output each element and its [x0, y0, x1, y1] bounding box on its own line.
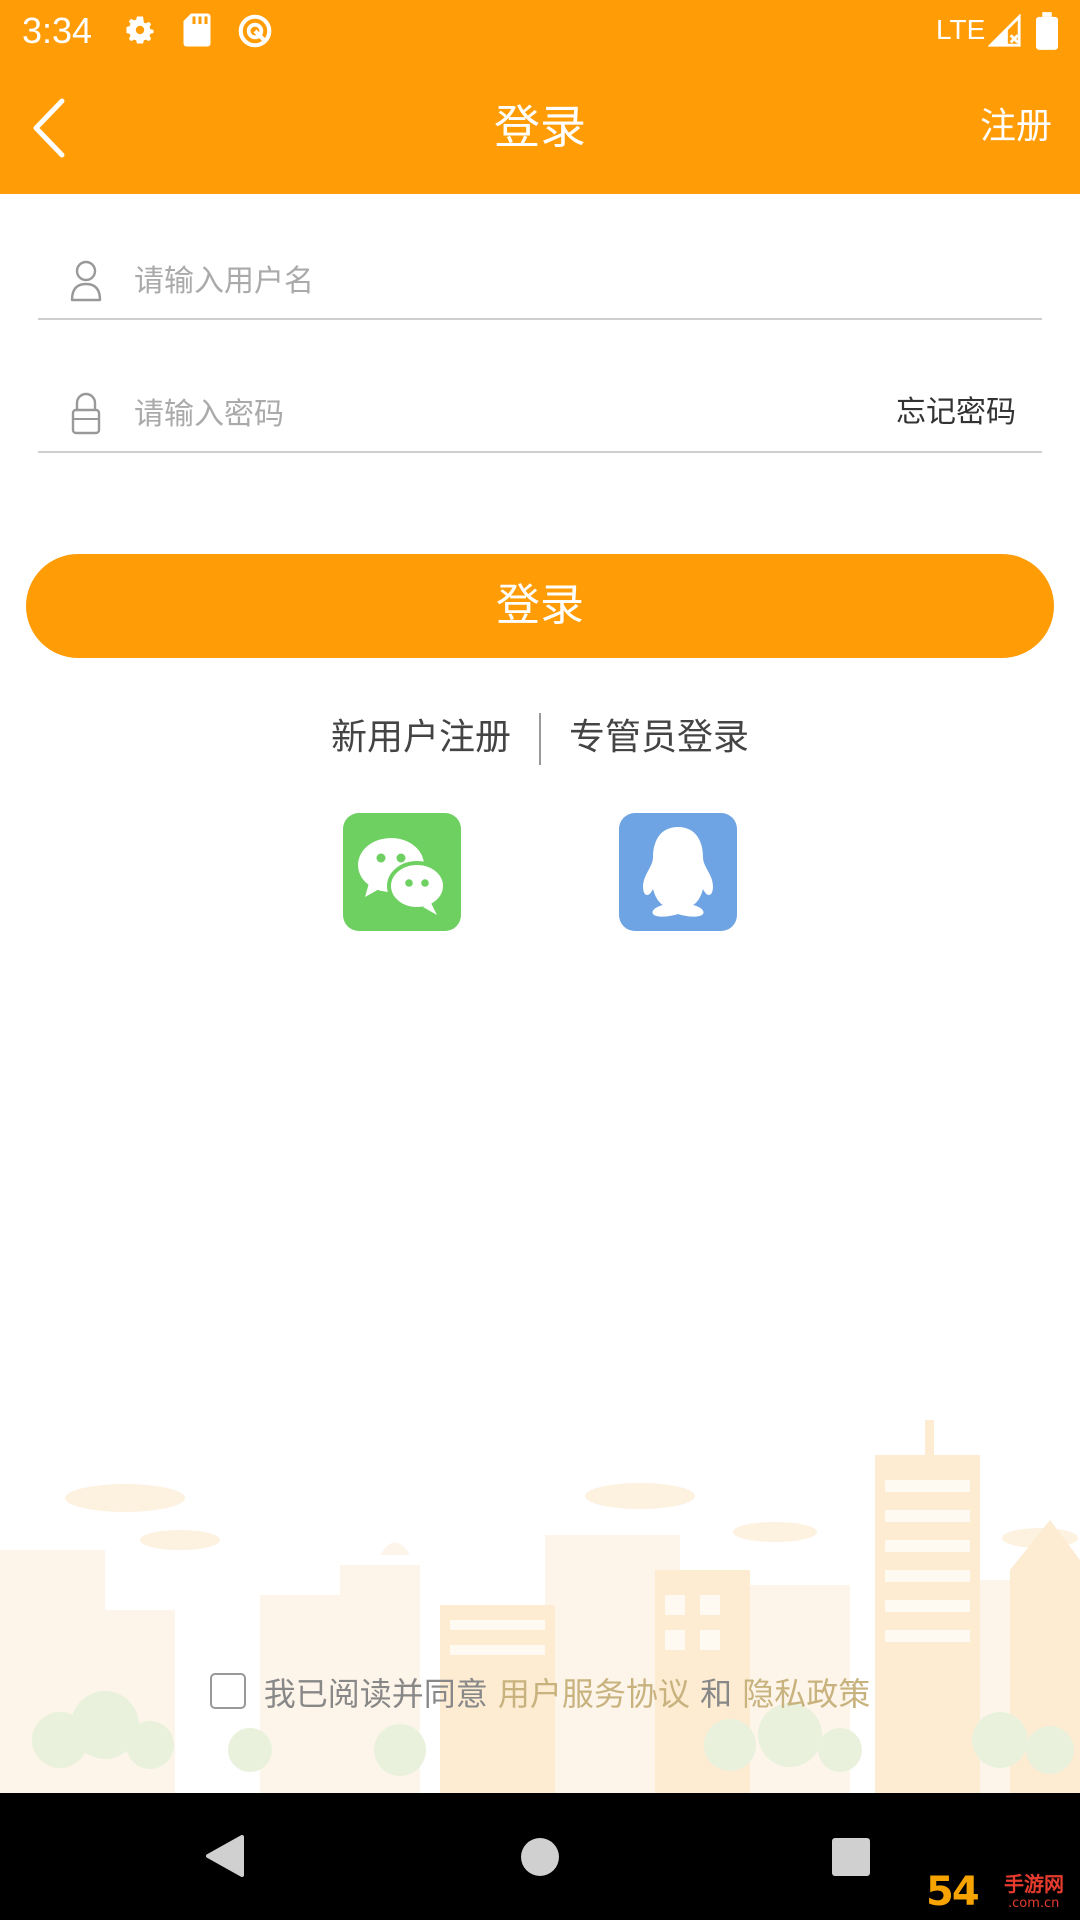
agreement-checkbox[interactable]: [209, 1673, 246, 1709]
lock-icon: [68, 391, 104, 435]
divider: [38, 318, 1042, 320]
sd-card-icon: [182, 12, 212, 52]
sync-circle-icon: [236, 12, 274, 54]
nav-back-button[interactable]: [204, 1833, 246, 1883]
page-title: 登录: [494, 100, 586, 154]
password-field: 忘记密码: [38, 373, 1042, 455]
agreement-row: 我已阅读并同意 用户服务协议 和 隐私政策: [0, 1668, 1080, 1716]
login-button[interactable]: 登录: [26, 554, 1054, 658]
new-user-register-link[interactable]: 新用户注册: [303, 710, 539, 766]
forgot-password-link[interactable]: 忘记密码: [896, 391, 1016, 435]
watermark-number: 54: [926, 1869, 980, 1915]
wechat-login-button[interactable]: [343, 813, 461, 931]
qq-icon: [643, 827, 713, 917]
wechat-icon: [358, 838, 447, 915]
watermark-text: 手游网: [1004, 1872, 1064, 1896]
password-input[interactable]: [132, 373, 696, 455]
privacy-policy-link[interactable]: 隐私政策: [742, 1675, 870, 1713]
site-watermark: 54 手游网 .com.cn: [926, 1868, 1076, 1916]
gear-icon: [122, 12, 158, 52]
agreement-text: 我已阅读并同意: [263, 1675, 488, 1713]
circle-home-icon: [521, 1838, 559, 1876]
watermark-domain: .com.cn: [1008, 1896, 1060, 1911]
status-bar: 3:34 LTE: [0, 0, 1080, 63]
admin-login-link[interactable]: 专管员登录: [541, 710, 777, 766]
divider: [38, 451, 1042, 453]
square-recents-icon: [832, 1838, 870, 1876]
battery-icon: [1036, 12, 1058, 54]
username-field: [38, 240, 1042, 322]
nav-recents-button[interactable]: [831, 1837, 871, 1881]
network-type: LTE: [936, 14, 986, 45]
app-bar: 登录 注册: [0, 63, 1080, 194]
qq-login-button[interactable]: [619, 813, 737, 931]
city-skyline-illustration: [0, 1420, 1080, 1793]
signal-icon: [987, 13, 1022, 52]
username-input[interactable]: [132, 240, 896, 322]
links-row: 新用户注册 专管员登录: [0, 710, 1080, 766]
system-navigation-bar: 54 手游网 .com.cn: [0, 1793, 1080, 1920]
nav-home-button[interactable]: [520, 1837, 560, 1881]
status-time: 3:34: [22, 10, 93, 51]
user-icon: [68, 258, 104, 302]
register-button[interactable]: 注册: [980, 101, 1052, 153]
triangle-back-icon: [206, 1835, 244, 1877]
terms-of-service-link[interactable]: 用户服务协议: [498, 1675, 690, 1713]
agreement-and-text: 和: [700, 1675, 733, 1713]
